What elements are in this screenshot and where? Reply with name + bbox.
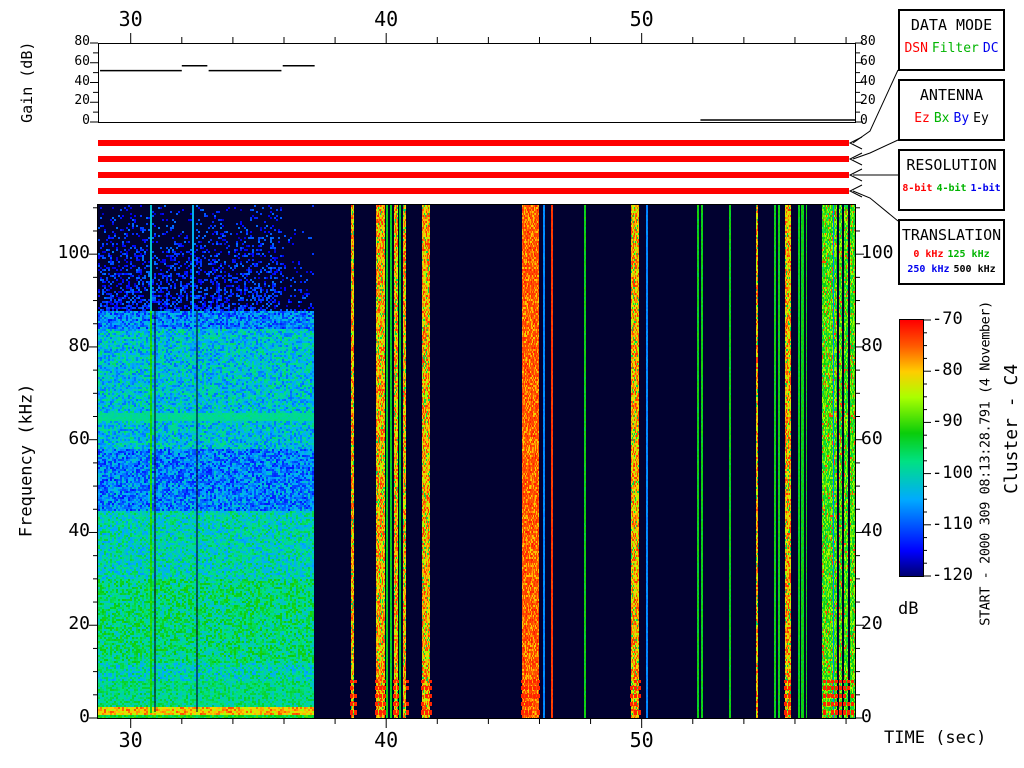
tick-label: 20 xyxy=(40,614,90,634)
status-stripe-translation xyxy=(98,188,849,194)
tick-label: -80 xyxy=(932,361,992,380)
legend-items-translation-row2: 250 kHz 500 kHz xyxy=(900,262,1003,277)
legend-item-filter: Filter xyxy=(932,41,979,56)
tick-label: 30 xyxy=(107,729,155,751)
tick-label: 60 xyxy=(50,55,90,69)
tick-label: 20 xyxy=(860,94,900,108)
tick-label: -100 xyxy=(932,464,992,483)
legend-box-resolution: RESOLUTION 8-bit 4-bit 1-bit xyxy=(898,149,1005,211)
status-stripe-data-mode xyxy=(98,140,849,146)
tick-label: 0 xyxy=(50,114,90,128)
wbd-spectrogram-screen: Gain (dB) Frequency (kHz) TIME (sec) DAT… xyxy=(0,0,1024,768)
legend-items-resolution: 8-bit 4-bit 1-bit xyxy=(900,183,1003,194)
legend-item-0-khz: 0 kHz xyxy=(913,249,943,260)
frequency-axis-label: Frequency (kHz) xyxy=(18,375,37,545)
legend-items-translation-row1: 0 kHz 125 kHz xyxy=(900,247,1003,262)
legend-title-antenna: ANTENNA xyxy=(900,86,1003,104)
legend-item-4-bit: 4-bit xyxy=(936,183,966,194)
tick-label: 100 xyxy=(861,243,911,263)
spectrogram-canvas xyxy=(98,205,855,718)
legend-item-125-khz: 125 kHz xyxy=(947,249,989,260)
legend-title-translation: TRANSLATION xyxy=(900,226,1003,244)
gain-axis-label: Gain (dB) xyxy=(19,22,36,142)
legend-title-resolution: RESOLUTION xyxy=(900,156,1003,174)
tick-label: 40 xyxy=(50,75,90,89)
tick-label: 40 xyxy=(362,8,410,30)
tick-label: 50 xyxy=(618,8,666,30)
tick-label: 30 xyxy=(107,8,155,30)
spacecraft-annotation: Cluster - C4 xyxy=(1002,349,1022,509)
tick-label: 0 xyxy=(860,114,900,128)
legend-item-1-bit: 1-bit xyxy=(971,183,1001,194)
status-stripe-antenna xyxy=(98,156,849,162)
tick-label: 0 xyxy=(861,707,911,727)
legend-item-250-khz: 250 kHz xyxy=(907,264,949,275)
tick-label: 20 xyxy=(861,614,911,634)
tick-label: -90 xyxy=(932,412,992,431)
tick-label: 60 xyxy=(40,429,90,449)
legend-title-data-mode: DATA MODE xyxy=(900,16,1003,34)
tick-label: 20 xyxy=(50,94,90,108)
tick-label: 50 xyxy=(618,729,666,751)
tick-label: 40 xyxy=(362,729,410,751)
tick-label: -110 xyxy=(932,515,992,534)
legend-box-data-mode: DATA MODE DSN Filter DC xyxy=(898,9,1005,71)
tick-label: -70 xyxy=(932,310,992,329)
legend-item-dc: DC xyxy=(983,41,999,56)
tick-label: 80 xyxy=(860,35,900,49)
tick-label: 40 xyxy=(861,521,911,541)
legend-item-8-bit: 8-bit xyxy=(902,183,932,194)
tick-label: 0 xyxy=(40,707,90,727)
tick-label: -120 xyxy=(932,566,992,585)
legend-item-ey: Ey xyxy=(973,111,989,126)
legend-item-dsn: DSN xyxy=(904,41,927,56)
tick-label: 80 xyxy=(861,336,911,356)
legend-item-500-khz: 500 kHz xyxy=(954,264,996,275)
legend-item-bx: Bx xyxy=(934,111,950,126)
legend-box-translation: TRANSLATION 0 kHz 125 kHz 250 kHz 500 kHz xyxy=(898,219,1005,285)
status-stripe-resolution xyxy=(98,172,849,178)
tick-label: 80 xyxy=(40,336,90,356)
tick-label: 60 xyxy=(860,55,900,69)
tick-label: 100 xyxy=(40,243,90,263)
tick-label: 60 xyxy=(861,429,911,449)
legend-items-data-mode: DSN Filter DC xyxy=(900,41,1003,56)
tick-label: 80 xyxy=(50,35,90,49)
tick-label: 40 xyxy=(40,521,90,541)
legend-box-antenna: ANTENNA Ez Bx ByEy xyxy=(898,79,1005,141)
legend-item-ez: Ez xyxy=(914,111,930,126)
legend-item-by: By xyxy=(954,111,970,126)
legend-items-antenna: Ez Bx ByEy xyxy=(900,111,1003,126)
tick-label: 40 xyxy=(860,75,900,89)
time-axis-label: TIME (sec) xyxy=(884,729,986,748)
